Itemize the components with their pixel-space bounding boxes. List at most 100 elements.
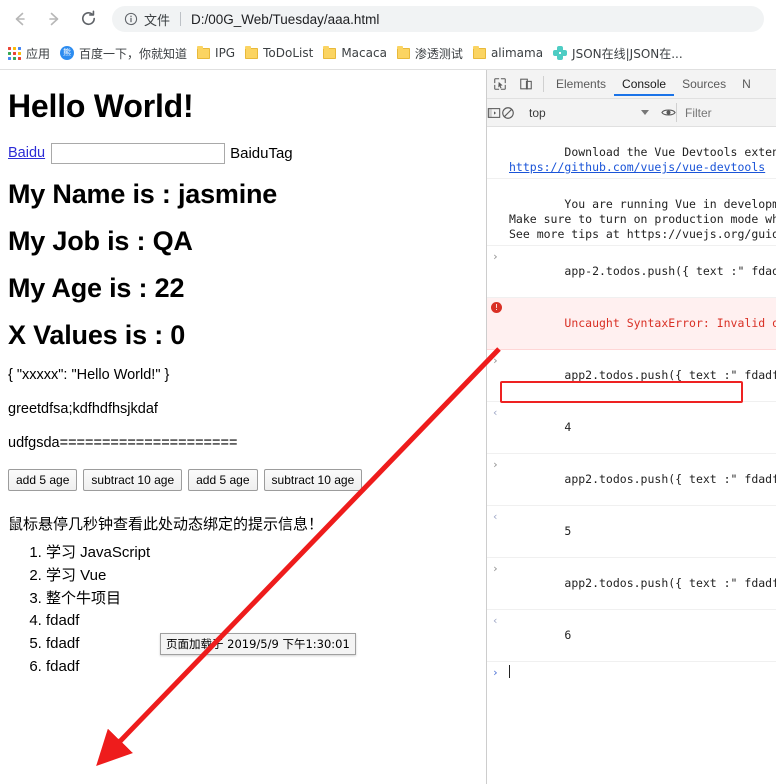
console-error-message: ! Uncaught SyntaxError: Invalid or unexpe… — [487, 298, 776, 350]
page-load-tooltip: 页面加载于 2019/5/9 下午1:30:01 — [160, 633, 356, 655]
console-message-vue-devtools: Download the Vue Devtools extension for … — [487, 127, 776, 179]
console-message-line: You are running Vue in development mode. — [564, 197, 776, 211]
baidu-row: Baidu BaiduTag — [8, 141, 478, 165]
info-circle-icon[interactable] — [124, 12, 138, 26]
console-output[interactable]: Download the Vue Devtools extension for … — [487, 127, 776, 688]
console-context-value: top — [529, 105, 546, 120]
omnibox-url[interactable]: D:/00G_Web/Tuesday/aaa.html — [191, 12, 379, 27]
bookmark-label: 应用 — [26, 46, 51, 61]
udfgsda-text: udfgsda===================== — [8, 435, 238, 451]
console-sidebar-icon — [487, 107, 501, 118]
apps-grid-icon — [8, 46, 21, 60]
bookmark-json[interactable]: JSON在线|JSON在... — [553, 45, 683, 62]
bookmark-pentest[interactable]: 渗透测试 — [396, 45, 463, 62]
console-context-select[interactable]: top — [523, 106, 653, 120]
json-output-text: { "xxxxx": "Hello World!" } — [8, 367, 170, 383]
reload-button[interactable] — [74, 5, 102, 33]
tab-sources[interactable]: Sources — [674, 72, 734, 96]
web-page-viewport: Hello World! Baidu BaiduTag My Name is :… — [0, 70, 486, 784]
screenshot-root: 文件 D:/00G_Web/Tuesday/aaa.html 应用 熊 百度一下… — [0, 0, 776, 784]
list-item: fdadf — [46, 610, 478, 632]
console-input-2[interactable]: › app2.todos.push({ text :" fdadf"}) — [487, 350, 776, 402]
bookmark-baidu[interactable]: 熊 百度一下，你就知道 — [60, 45, 187, 62]
json-icon — [553, 46, 568, 60]
age-heading: My Age is : 22 — [8, 273, 185, 303]
inspect-element-button[interactable] — [487, 71, 513, 97]
address-bar[interactable]: 文件 D:/00G_Web/Tuesday/aaa.html — [112, 6, 764, 32]
clear-console-button[interactable] — [501, 100, 515, 126]
result-gutter-icon: ‹ — [492, 614, 499, 627]
console-prompt[interactable]: › — [487, 662, 776, 688]
tab-network[interactable]: N — [734, 72, 759, 96]
baidu-icon: 熊 — [60, 46, 75, 60]
bookmark-todolist[interactable]: ToDoList — [245, 45, 314, 60]
omnibox-divider — [180, 12, 182, 26]
inspect-element-icon — [494, 78, 506, 90]
bookmark-label: IPG — [215, 46, 236, 60]
prompt-gutter-icon: › — [492, 666, 499, 679]
bookmark-apps[interactable]: 应用 — [8, 45, 50, 62]
bookmark-alimama[interactable]: alimama — [472, 45, 544, 60]
age-button-row: add 5 age subtract 10 age add 5 age subt… — [8, 469, 478, 491]
browser-chrome: 文件 D:/00G_Web/Tuesday/aaa.html 应用 熊 百度一下… — [0, 0, 776, 70]
todo-list: 学习 JavaScript 学习 Vue 整个牛项目 fdadf fdadf f… — [8, 542, 478, 678]
bookmark-macaca[interactable]: Macaca — [323, 45, 387, 60]
back-button[interactable] — [6, 5, 34, 33]
baidu-link[interactable]: Baidu — [8, 145, 45, 161]
console-sidebar-button[interactable] — [487, 100, 501, 126]
input-gutter-icon: › — [492, 458, 499, 471]
hover-hint-text[interactable]: 鼠标悬停几秒钟查看此处动态绑定的提示信息！ — [8, 513, 478, 534]
forward-button[interactable] — [40, 5, 68, 33]
subtract-10-age-button-1[interactable]: subtract 10 age — [83, 469, 183, 491]
error-icon: ! — [491, 302, 502, 313]
page-heading: Hello World! — [8, 88, 194, 124]
bookmark-ipg[interactable]: IPG — [197, 45, 236, 60]
bookmark-label: 百度一下，你就知道 — [79, 46, 188, 61]
live-expression-icon — [661, 109, 676, 116]
xvalues-heading: X Values is : 0 — [8, 320, 186, 350]
console-input-text: app2.todos.push({ text :" fdadf"}) — [564, 576, 776, 590]
devtools-tabbar: Elements Console Sources N — [487, 70, 776, 99]
add-5-age-button-2[interactable]: add 5 age — [188, 469, 258, 491]
result-gutter-icon: ‹ — [492, 406, 499, 419]
console-filter-input[interactable] — [676, 103, 776, 122]
console-input-text: app2.todos.push({ text :" fdadf"}) — [564, 472, 776, 486]
baidu-tag-label: BaiduTag — [230, 144, 293, 162]
devtools-panel: Elements Console Sources N top Filter Do… — [486, 70, 776, 784]
console-message-line: Make sure to turn on production mode whe… — [509, 212, 776, 226]
console-error-text: Uncaught SyntaxError: Invalid or unexpec… — [564, 316, 776, 330]
add-5-age-button-1[interactable]: add 5 age — [8, 469, 78, 491]
chevron-down-icon — [641, 110, 649, 115]
console-message-line: See more tips at https://vuejs.org/guide… — [509, 227, 776, 241]
console-input-3[interactable]: › app2.todos.push({ text :" fdadf"}) — [487, 454, 776, 506]
device-toolbar-button[interactable] — [513, 71, 539, 97]
forward-arrow-icon — [49, 12, 59, 25]
bookmark-label: 渗透测试 — [414, 46, 463, 61]
bookmark-label: ToDoList — [263, 46, 314, 60]
bookmarks-bar: 应用 熊 百度一下，你就知道 IPG ToDoList Macaca 渗透测试 — [0, 37, 776, 70]
console-input-4-highlighted[interactable]: › app2.todos.push({ text :" fdadf"}) — [487, 558, 776, 610]
list-item: fdadf — [46, 656, 478, 678]
folder-icon — [197, 45, 211, 59]
clear-console-icon — [502, 106, 514, 119]
device-toolbar-icon — [520, 78, 532, 90]
bookmark-label: alimama — [490, 46, 544, 60]
live-expression-button[interactable] — [661, 100, 676, 126]
list-item: 学习 Vue — [46, 565, 478, 587]
console-result-4: ‹ 4 — [487, 402, 776, 454]
vue-devtools-link[interactable]: https://github.com/vuejs/vue-devtools — [509, 160, 765, 174]
reload-icon — [81, 10, 95, 26]
console-input-1[interactable]: › app-2.todos.push({ text :" fdadf"}) — [487, 246, 776, 298]
tab-elements[interactable]: Elements — [548, 72, 614, 96]
text-input[interactable] — [51, 142, 226, 164]
browser-toolbar: 文件 D:/00G_Web/Tuesday/aaa.html — [0, 0, 776, 37]
console-input-text: app-2.todos.push({ text :" fdadf"}) — [564, 264, 776, 278]
subtract-10-age-button-2[interactable]: subtract 10 age — [263, 469, 363, 491]
tab-console[interactable]: Console — [614, 72, 674, 96]
input-gutter-icon: › — [492, 250, 499, 263]
console-result-value: 4 — [564, 420, 572, 434]
list-item: 学习 JavaScript — [46, 542, 478, 564]
folder-icon — [245, 45, 259, 59]
console-message-dev-mode: You are running Vue in development mode.… — [487, 179, 776, 246]
name-heading: My Name is : jasmine — [8, 179, 278, 209]
